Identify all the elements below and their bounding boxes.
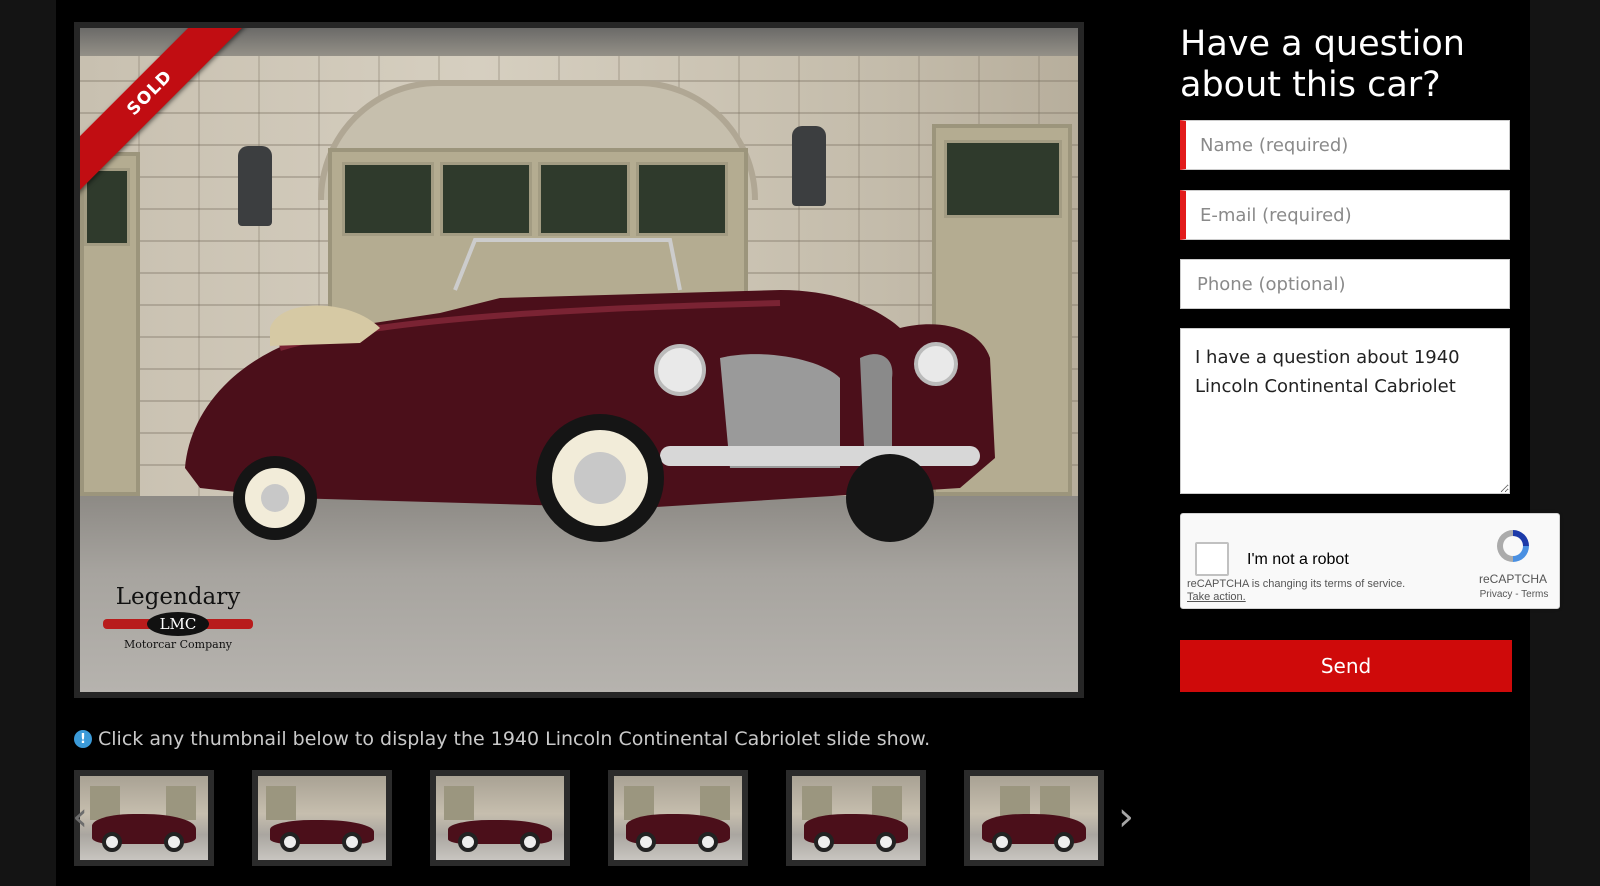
logo-emblem: LMC	[103, 612, 253, 636]
recaptcha-brand: reCAPTCHA	[1478, 572, 1547, 586]
recaptcha-widget: I'm not a robot reCAPTCHA is changing it…	[1180, 513, 1560, 609]
form-title: Have a question about this car?	[1180, 24, 1465, 105]
recaptcha-action-link[interactable]: Take action.	[1187, 591, 1246, 603]
send-button[interactable]: Send	[1180, 640, 1512, 692]
logo-line-2: LMC	[147, 612, 209, 636]
thumbnail[interactable]	[964, 770, 1104, 866]
email-field[interactable]	[1180, 190, 1510, 240]
chevron-right-icon[interactable]: ›	[1118, 794, 1134, 840]
slideshow-hint-text: Click any thumbnail below to display the…	[98, 728, 931, 750]
chevron-left-icon[interactable]: ‹	[72, 794, 88, 840]
slideshow-hint: ! Click any thumbnail below to display t…	[74, 728, 930, 750]
exclamation-circle-icon: !	[74, 730, 92, 748]
thumbnail[interactable]	[430, 770, 570, 866]
page-content: SOLD Legendary LMC Motorcar Company ! Cl…	[56, 0, 1560, 886]
phone-field[interactable]	[1180, 259, 1510, 309]
recaptcha-links[interactable]: Privacy - Terms	[1469, 589, 1559, 600]
name-field[interactable]	[1180, 120, 1510, 170]
main-car-photo[interactable]: SOLD Legendary LMC Motorcar Company	[74, 22, 1084, 698]
logo-line-3: Motorcar Company	[123, 638, 233, 651]
logo-line-1: Legendary	[115, 584, 241, 610]
message-field[interactable]: I have a question about 1940 Lincoln Con…	[1180, 328, 1510, 494]
thumbnail[interactable]	[74, 770, 214, 866]
photo-frame: SOLD Legendary LMC Motorcar Company	[80, 28, 1078, 692]
thumbnail[interactable]	[252, 770, 392, 866]
thumbnail[interactable]	[786, 770, 926, 866]
thumbnail-strip	[74, 770, 1134, 868]
recaptcha-logo-icon	[1497, 530, 1529, 562]
thumbnail[interactable]	[608, 770, 748, 866]
recaptcha-note: reCAPTCHA is changing its terms of servi…	[1187, 578, 1406, 590]
dealer-logo: Legendary LMC Motorcar Company	[100, 584, 256, 664]
recaptcha-checkbox[interactable]	[1195, 542, 1229, 576]
recaptcha-label: I'm not a robot	[1247, 551, 1349, 568]
